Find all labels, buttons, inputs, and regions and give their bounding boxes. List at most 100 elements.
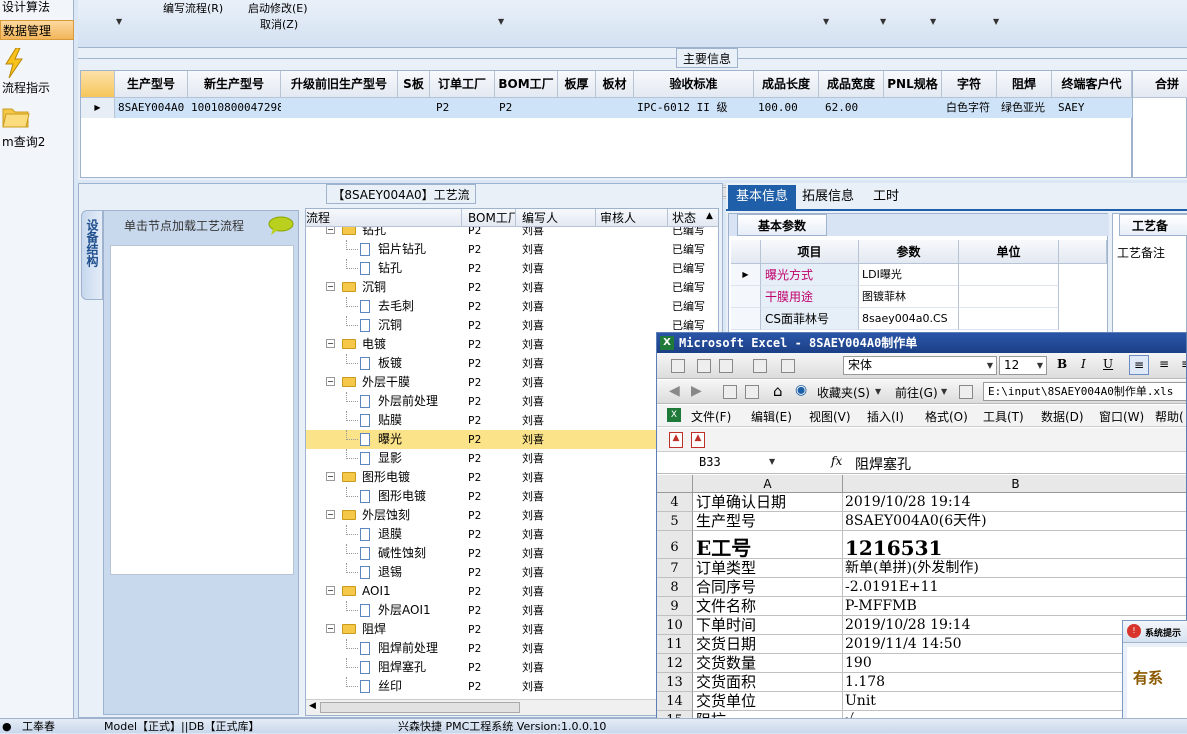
tree-node[interactable]: 显影: [306, 449, 462, 468]
menu-tools[interactable]: 工具(T): [983, 408, 1024, 425]
menu-view[interactable]: 视图(V): [809, 408, 851, 425]
cell[interactable]: 绿色亚光: [997, 98, 1052, 118]
tree-row[interactable]: − 图形电镀 P2 刘喜: [306, 468, 706, 487]
stop-icon[interactable]: [723, 385, 737, 399]
tree-node[interactable]: 沉铜: [306, 316, 462, 335]
excel-doc-icon[interactable]: X: [667, 408, 681, 422]
tab-extended-info[interactable]: 拓展信息: [798, 185, 858, 209]
home-icon[interactable]: ⌂: [773, 382, 783, 400]
node-list[interactable]: [110, 245, 294, 575]
collapse-icon[interactable]: −: [326, 472, 335, 481]
grid-icon[interactable]: [697, 359, 711, 373]
pdf-export-icon[interactable]: ▲: [691, 432, 705, 448]
cell[interactable]: P2: [495, 98, 558, 118]
tree-node[interactable]: 铝片钻孔: [306, 240, 462, 259]
cancel-button[interactable]: 取消(Z): [260, 16, 298, 32]
tree-horizontal-scrollbar[interactable]: ◀: [306, 699, 706, 715]
menu-file[interactable]: 文件(F): [691, 408, 731, 425]
col-header[interactable]: 单位: [959, 240, 1059, 264]
tree-node[interactable]: 丝印: [306, 677, 462, 696]
cell[interactable]: 62.00: [819, 98, 884, 118]
row-number[interactable]: 4: [657, 493, 693, 512]
chart-icon[interactable]: [719, 359, 733, 373]
goto-menu[interactable]: 前往(G): [895, 384, 938, 401]
tree-row[interactable]: 退锡 P2 刘喜: [306, 563, 706, 582]
col-header[interactable]: 终端客户代: [1052, 71, 1132, 98]
cell-a[interactable]: 文件名称: [693, 597, 843, 616]
folder-icon[interactable]: [2, 104, 30, 128]
cell-a[interactable]: 交货日期: [693, 635, 843, 654]
tree-row[interactable]: − 阻焊 P2 刘喜: [306, 620, 706, 639]
col-header[interactable]: 订单工厂: [430, 71, 495, 98]
col-header-flow[interactable]: 流程: [306, 209, 462, 227]
cell-a[interactable]: 生产型号: [693, 512, 843, 531]
dropdown-arrow-icon[interactable]: ▼: [993, 17, 999, 26]
tree-node[interactable]: 外层AOI1: [306, 601, 462, 620]
cell-b[interactable]: P-MFFMB: [843, 597, 1186, 616]
tree-row[interactable]: − 沉铜 P2 刘喜 已编写: [306, 278, 706, 297]
align-right-button[interactable]: ≡: [1176, 355, 1186, 375]
font-size-select[interactable]: 12 ▼: [999, 356, 1047, 375]
col-header-bom[interactable]: BOM工厂: [464, 209, 516, 227]
cell-a[interactable]: 交货单位: [693, 692, 843, 711]
param-unit[interactable]: [959, 286, 1059, 308]
bold-button[interactable]: B: [1057, 357, 1067, 371]
tree-row[interactable]: 阻焊塞孔 P2 刘喜: [306, 658, 706, 677]
param-item[interactable]: 干膜用途: [761, 286, 859, 308]
cell[interactable]: 10010800047298: [188, 98, 281, 118]
col-header[interactable]: 新生产型号: [188, 71, 281, 98]
collapse-icon[interactable]: −: [326, 227, 335, 234]
tree-node[interactable]: − 沉铜: [306, 278, 462, 297]
dropdown-arrow-icon[interactable]: ▼: [116, 17, 122, 26]
tree-row[interactable]: 碱性蚀刻 P2 刘喜: [306, 544, 706, 563]
tree-node[interactable]: 碱性蚀刻: [306, 544, 462, 563]
lightning-icon[interactable]: [2, 47, 26, 79]
grid-corner[interactable]: [731, 240, 761, 264]
tree-node[interactable]: − 外层干膜: [306, 373, 462, 392]
col-header-status[interactable]: 状态: [668, 209, 706, 227]
collapse-icon[interactable]: −: [326, 510, 335, 519]
underline-button[interactable]: U: [1103, 357, 1113, 371]
grid-corner[interactable]: [81, 71, 115, 98]
start-modify-button[interactable]: 启动修改(E): [248, 0, 308, 16]
pdf-icon[interactable]: ▲: [669, 432, 683, 448]
cell-b[interactable]: 8SAEY004A0(6天件): [843, 512, 1186, 531]
dropdown-arrow-icon[interactable]: ▼: [498, 17, 504, 26]
tree-node[interactable]: 阻焊前处理: [306, 639, 462, 658]
scrollbar-thumb[interactable]: [320, 702, 520, 713]
tree-row[interactable]: 板镀 P2 刘喜: [306, 354, 706, 373]
side-tab-device-structure[interactable]: 设备结构: [81, 210, 103, 300]
collapse-icon[interactable]: −: [326, 282, 335, 291]
col-header[interactable]: S板: [398, 71, 430, 98]
tree-row[interactable]: − 电镀 P2 刘喜: [306, 335, 706, 354]
tree-node[interactable]: 退锡: [306, 563, 462, 582]
menu-window[interactable]: 窗口(W): [1099, 408, 1144, 425]
tree-node[interactable]: 外层前处理: [306, 392, 462, 411]
cell[interactable]: IPC-6012 II 级: [634, 98, 754, 118]
edit-flow-button[interactable]: 编写流程(R): [163, 0, 223, 16]
row-number[interactable]: 6: [657, 531, 693, 559]
collapse-icon[interactable]: −: [326, 377, 335, 386]
param-value[interactable]: 8saey004a0.CS: [859, 308, 959, 330]
menu-help[interactable]: 帮助(: [1155, 408, 1184, 425]
cell-b[interactable]: -2.0191E+11: [843, 578, 1186, 597]
cell-a[interactable]: 交货数量: [693, 654, 843, 673]
font-select[interactable]: 宋体 ▼: [843, 356, 997, 375]
col-header[interactable]: 成品宽度: [819, 71, 884, 98]
launcher-query-label[interactable]: m查询2: [0, 132, 74, 152]
param-unit[interactable]: [959, 264, 1059, 286]
col-header[interactable]: 生产型号: [115, 71, 188, 98]
collapse-icon[interactable]: −: [326, 624, 335, 633]
dropdown-arrow-icon[interactable]: ▼: [880, 17, 886, 26]
param-item[interactable]: 曝光方式: [761, 264, 859, 286]
col-a-header[interactable]: A: [693, 475, 843, 493]
col-header[interactable]: 字符: [942, 71, 997, 98]
chevron-down-icon[interactable]: ▼: [769, 457, 775, 466]
col-header[interactable]: 板厚: [558, 71, 596, 98]
cell-b[interactable]: 新单(单拼)(外发制作): [843, 559, 1186, 578]
tab-work-hours[interactable]: 工时: [866, 185, 906, 209]
cell[interactable]: 100.00: [754, 98, 819, 118]
param-unit[interactable]: [959, 308, 1059, 330]
drawing-icon[interactable]: [753, 359, 767, 373]
launcher-flow-label[interactable]: 流程指示: [0, 78, 74, 98]
